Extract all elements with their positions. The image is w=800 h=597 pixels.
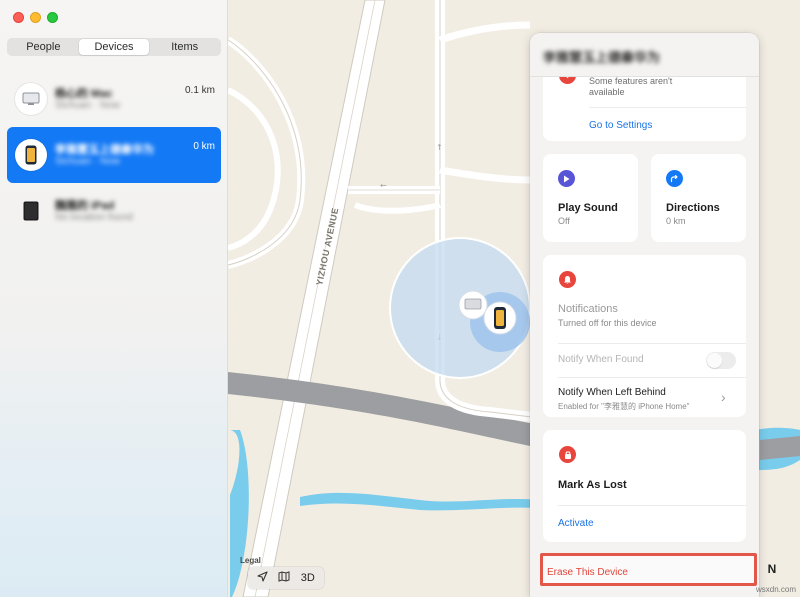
notify-left-subtitle: Enabled for "李雅慧的 iPhone Home" [558,402,690,411]
device-list-item[interactable]: 李雅慧玉上德秦华为 Sichuan · Now 0 km [7,127,221,183]
panel-header: 李雅慧玉上德秦华为 [530,33,759,77]
play-sound-title: Play Sound [558,202,618,214]
notify-when-left-behind-row[interactable]: Notify When Left Behind Enabled for "李雅慧… [543,377,746,417]
activate-lost-mode-button[interactable]: Activate [558,518,594,529]
legal-link[interactable]: Legal [240,556,261,565]
notify-when-found-toggle[interactable] [706,352,736,369]
bell-icon [559,271,576,288]
directions-status: 0 km [666,216,686,226]
device-name: 魏雅的 iPad [55,200,115,212]
notifications-subtitle: Turned off for this device [558,318,657,328]
play-sound-status: Off [558,216,570,226]
notify-when-found-label: Notify When Found [558,354,644,365]
chevron-right-icon: › [721,389,726,405]
device-distance: 0.1 km [184,85,215,96]
device-subtitle: No location found [55,212,133,223]
notifications-title: Notifications [558,303,618,315]
device-name: 李雅慧玉上德秦华为 [55,144,154,156]
tab-items[interactable]: Items [149,39,220,55]
notify-when-left-behind-label: Notify When Left Behind [558,387,666,398]
panel-title: 李雅慧玉上德秦华为 [543,50,661,65]
minimize-window-button[interactable] [30,12,41,23]
device-subtitle: Sichuan · Now [55,156,121,167]
view-3d-button[interactable]: 3D [301,572,315,584]
watermark: wsxdn.com [756,585,797,594]
compass-label: N [767,562,777,576]
svg-text:↑: ↑ [436,143,443,152]
device-subtitle: Sichuan · Now [55,100,121,111]
play-icon [558,170,575,187]
zoom-window-button[interactable] [47,12,58,23]
notifications-card: Notifications Turned off for this device… [543,255,746,417]
device-detail-panel: 李雅慧玉上德秦华为 ! Some features aren't availab… [530,33,759,597]
iphone-icon [15,139,47,171]
ipad-icon [15,195,47,227]
mac-icon [15,83,47,115]
svg-text:←: ← [380,181,387,190]
location-arrow-icon[interactable] [257,569,268,587]
map-controls: 3D [248,567,324,589]
play-sound-card[interactable]: Play Sound Off [543,154,638,242]
mark-as-lost-title: Mark As Lost [558,479,627,491]
go-to-settings-link[interactable]: Go to Settings [589,120,652,131]
sidebar-tabs: People Devices Items [7,38,221,56]
tab-devices[interactable]: Devices [78,39,150,55]
device-name: 杨心的 Mac [55,88,113,100]
directions-card[interactable]: Directions 0 km [651,154,746,242]
iphone-map-pin[interactable] [483,301,517,335]
map-icon[interactable] [278,569,290,587]
compass-button[interactable]: N [759,553,785,585]
directions-title: Directions [666,202,720,214]
device-distance: 0 km [193,141,215,152]
lock-icon [559,446,576,463]
erase-device-label: Erase This Device [547,567,628,578]
mac-map-pin[interactable] [458,290,488,320]
close-window-button[interactable] [13,12,24,23]
features-text: Some features aren't available [589,76,673,97]
device-list-item[interactable]: 杨心的 Mac Sichuan · Now 0.1 km [7,71,221,127]
sidebar: People Devices Items 杨心的 Mac Sichuan · N… [0,0,228,597]
directions-icon [666,170,683,187]
erase-device-button[interactable]: Erase This Device [540,553,757,586]
device-list-item[interactable]: 魏雅的 iPad No location found [7,183,221,239]
mark-as-lost-card: Mark As Lost Activate [543,430,746,542]
tab-people[interactable]: People [8,39,79,55]
